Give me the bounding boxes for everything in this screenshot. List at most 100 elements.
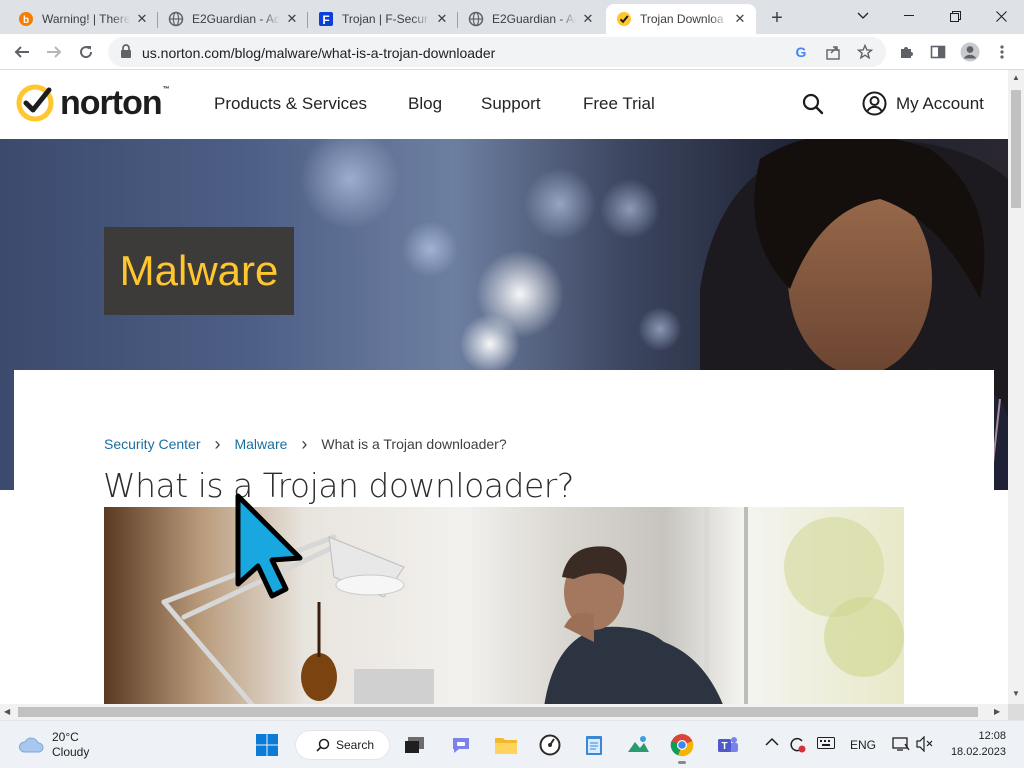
extensions-button[interactable] [892,38,920,66]
close-icon [995,10,1007,22]
tab-title: Trojan Downloa [640,12,724,26]
weather-widget[interactable]: 20°C Cloudy [18,730,89,760]
restore-icon [949,10,961,22]
close-window-button[interactable] [978,0,1024,32]
vertical-scrollbar[interactable]: ▲ ▼ [1008,70,1024,704]
search-icon[interactable] [802,93,824,120]
touch-keyboard-icon[interactable] [817,737,835,752]
scroll-down-icon[interactable]: ▼ [1012,690,1020,698]
teams-button[interactable]: T [712,729,744,761]
google-lens-icon[interactable]: G [792,43,810,61]
notepad-button[interactable] [578,729,610,761]
minimize-button[interactable] [886,0,932,32]
side-panel-icon [930,45,946,59]
browser-tab[interactable]: E2Guardian - Ac ✕ [458,4,604,34]
tab-title: Warning! | There [42,12,130,26]
lock-icon[interactable] [120,44,132,64]
nav-products-services[interactable]: Products & Services [214,94,367,114]
show-hidden-icons[interactable] [765,736,779,750]
back-arrow-icon [14,46,29,58]
teams-icon: T [718,737,738,752]
back-button[interactable] [8,38,36,66]
teams-chat-button[interactable] [445,729,477,761]
speedometer-icon [539,734,561,756]
close-icon[interactable]: ✕ [434,11,450,27]
new-tab-button[interactable]: + [764,6,790,30]
puzzle-icon [901,47,913,58]
close-icon[interactable]: ✕ [580,11,596,27]
globe-icon [468,11,484,27]
photos-app-button[interactable] [622,729,654,761]
norton-logo[interactable]: norton™ [16,84,170,122]
chevron-right-icon: › [301,434,308,454]
clock-time: 12:08 [978,730,1006,742]
breadcrumb: Security Center › Malware › What is a Tr… [104,434,507,454]
my-account-label: My Account [896,93,984,113]
profile-button[interactable] [956,38,984,66]
taskbar-search[interactable]: Search [295,730,390,760]
nav-support[interactable]: Support [481,94,541,114]
chrome-taskbar-button[interactable] [666,729,698,764]
windows-taskbar: 20°C Cloudy Search T ENG 12:08 18.02.202… [0,720,1024,768]
keyboard-icon [817,737,835,749]
tab-title: Trojan | F-Secur [342,12,429,26]
scrollbar-thumb[interactable] [18,707,978,717]
profile-avatar-icon [960,42,980,62]
breadcrumb-current: What is a Trojan downloader? [321,436,507,452]
file-explorer-button[interactable] [490,729,522,761]
svg-text:G: G [796,44,807,60]
side-panel-button[interactable] [924,38,952,66]
update-tray-icon[interactable] [788,735,806,756]
clock-app-button[interactable] [534,729,566,761]
task-view-button[interactable] [399,729,431,761]
my-account-link[interactable]: My Account [862,91,984,116]
norton-wordmark: norton™ [60,84,170,122]
forward-arrow-icon [47,46,62,58]
browser-menu-button[interactable] [988,38,1016,66]
language-indicator[interactable]: ENG [850,738,876,752]
bookmark-star-icon[interactable] [856,43,874,61]
tab-title: E2Guardian - Ac [192,12,280,26]
address-bar[interactable]: us.norton.com/blog/malware/what-is-a-tro… [108,37,886,67]
globe-icon [168,11,184,27]
scrollbar-thumb[interactable] [1011,90,1021,208]
nav-blog[interactable]: Blog [408,94,442,114]
close-icon[interactable]: ✕ [134,11,150,27]
breadcrumb-security-center[interactable]: Security Center [104,436,200,452]
search-icon [316,738,330,752]
breadcrumb-malware[interactable]: Malware [234,436,287,452]
network-icon[interactable] [892,736,910,755]
scrollbar-corner [1008,704,1024,720]
url-text[interactable]: us.norton.com/blog/malware/what-is-a-tro… [142,45,495,61]
restore-button[interactable] [932,0,978,32]
scroll-left-icon[interactable]: ◀ [4,708,10,716]
browser-tab[interactable]: E2Guardian - Ac ✕ [158,4,308,34]
browser-tab-active[interactable]: Trojan Downloa ✕ [606,4,756,34]
close-icon[interactable]: ✕ [732,11,748,27]
article-hero-image [104,507,904,704]
browser-tab[interactable]: F Trojan | F-Secur ✕ [308,4,458,34]
scroll-right-icon[interactable]: ▶ [994,708,1000,716]
more-vertical-icon [1000,45,1004,59]
start-button[interactable] [251,729,283,761]
tab-search-button[interactable] [840,0,886,32]
folder-icon [495,738,517,754]
share-icon[interactable] [824,43,842,61]
horizontal-scrollbar[interactable]: ◀ ▶ [0,704,1008,720]
reload-button[interactable] [72,38,100,66]
forward-button[interactable] [40,38,68,66]
photos-icon [628,736,649,752]
scroll-up-icon[interactable]: ▲ [1012,74,1020,82]
weather-condition: Cloudy [52,745,90,759]
chat-icon [453,738,469,753]
windows-logo-icon [256,734,278,756]
volume-muted-icon[interactable] [916,735,934,755]
close-icon[interactable]: ✕ [284,11,300,27]
chevron-down-icon [857,12,869,19]
page-title: What is a Trojan downloader? [103,466,574,505]
sync-alert-icon [790,737,806,753]
nav-free-trial[interactable]: Free Trial [583,94,655,114]
chrome-icon [670,734,694,757]
system-clock[interactable]: 12:08 18.02.2023 [948,728,1006,760]
browser-tab[interactable]: b Warning! | There ✕ [8,4,158,34]
